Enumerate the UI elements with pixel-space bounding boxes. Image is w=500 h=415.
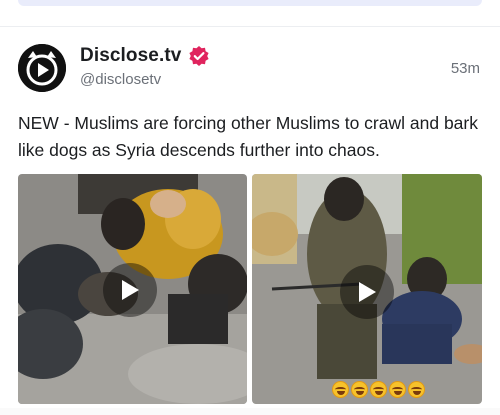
laughing-emoji-icon [351, 381, 368, 398]
emoji-overlay [332, 381, 425, 398]
post-text: NEW - Muslims are forcing other Muslims … [18, 113, 478, 160]
play-button[interactable] [340, 265, 394, 319]
laughing-emoji-icon [389, 381, 406, 398]
post-timestamp[interactable]: 53m [451, 60, 480, 77]
play-button[interactable] [103, 263, 157, 317]
laughing-emoji-icon [408, 381, 425, 398]
author-name[interactable]: Disclose.tv [80, 45, 181, 67]
video-thumbnail-1[interactable] [18, 174, 247, 404]
divider [0, 26, 500, 27]
play-icon [122, 280, 139, 300]
avatar[interactable] [18, 44, 66, 92]
previous-card-edge [18, 0, 482, 6]
play-icon [359, 282, 376, 302]
disclose-logo-icon [18, 44, 66, 92]
video-thumbnail-2[interactable] [252, 174, 482, 404]
card-bottom [0, 408, 500, 415]
laughing-emoji-icon [332, 381, 349, 398]
author-handle[interactable]: @disclosetv [80, 71, 161, 88]
author-row: Disclose.tv [80, 45, 210, 67]
post-header: Disclose.tv @disclosetv 53m [18, 42, 482, 94]
laughing-emoji-icon [370, 381, 387, 398]
verified-badge-icon [188, 45, 210, 67]
